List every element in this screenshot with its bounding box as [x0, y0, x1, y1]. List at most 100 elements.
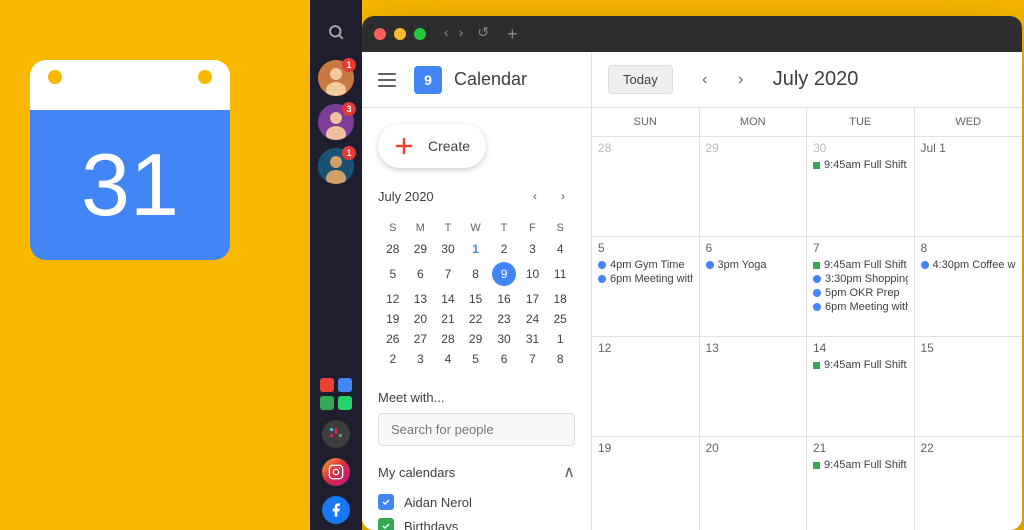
- cal-cell-7[interactable]: 7 9:45am Full Shift Tear 3:30pm Shopping…: [807, 237, 915, 337]
- mini-day[interactable]: 6: [408, 260, 434, 288]
- event-shift-30[interactable]: 9:45am Full Shift Tear: [813, 159, 908, 171]
- mini-day[interactable]: 31: [520, 330, 546, 348]
- cal-cell-20[interactable]: 20: [700, 437, 808, 530]
- mini-day[interactable]: 20: [408, 310, 434, 328]
- dock-avatar-1[interactable]: 1: [318, 60, 354, 96]
- cal-cell-12[interactable]: 12: [592, 337, 700, 437]
- mini-day[interactable]: 15: [463, 290, 489, 308]
- mini-day[interactable]: 1: [547, 330, 573, 348]
- new-tab-button[interactable]: +: [507, 24, 518, 45]
- calendar-item-aidan[interactable]: Aidan Nerol: [378, 490, 575, 514]
- dock-search-icon[interactable]: [320, 16, 352, 48]
- mini-day[interactable]: 26: [380, 330, 406, 348]
- people-search-input[interactable]: [378, 413, 575, 446]
- dock-app-whatsapp[interactable]: [338, 396, 352, 410]
- event-meeting-5[interactable]: 6pm Meeting with Jo...: [598, 273, 693, 285]
- event-okr[interactable]: 5pm OKR Prep: [813, 287, 908, 299]
- mini-day[interactable]: 17: [520, 290, 546, 308]
- mini-day[interactable]: 6: [490, 350, 517, 368]
- dock-avatar-2[interactable]: 3: [318, 104, 354, 140]
- mini-day[interactable]: 19: [380, 310, 406, 328]
- event-gym[interactable]: 4pm Gym Time: [598, 259, 693, 271]
- event-shift-21[interactable]: 9:45am Full Shift Tear: [813, 459, 908, 471]
- maximize-button[interactable]: [414, 28, 426, 40]
- mini-day[interactable]: 4: [547, 240, 573, 258]
- cal-cell-28-prev[interactable]: 28: [592, 137, 700, 237]
- event-meeting-7[interactable]: 6pm Meeting with Ne...: [813, 301, 908, 313]
- dock-app-green[interactable]: [320, 396, 334, 410]
- event-coffee[interactable]: 4:30pm Coffee with J...: [921, 259, 1017, 271]
- mini-day[interactable]: 27: [408, 330, 434, 348]
- cal-cell-8[interactable]: 8 4:30pm Coffee with J...: [915, 237, 1023, 337]
- mini-cal-next[interactable]: ›: [551, 184, 575, 208]
- mini-day[interactable]: 7: [435, 260, 461, 288]
- dock-instagram-icon[interactable]: [322, 458, 350, 486]
- mini-day[interactable]: 16: [490, 290, 517, 308]
- dock-slack-icon[interactable]: [322, 420, 350, 448]
- cal-cell-19[interactable]: 19: [592, 437, 700, 530]
- mini-day[interactable]: 21: [435, 310, 461, 328]
- event-shift-7[interactable]: 9:45am Full Shift Tear: [813, 259, 908, 271]
- refresh-button[interactable]: ↺: [477, 24, 489, 45]
- event-shift-14[interactable]: 9:45am Full Shift Tear: [813, 359, 908, 371]
- mini-day[interactable]: 10: [520, 260, 546, 288]
- close-button[interactable]: [374, 28, 386, 40]
- dock-facebook-icon[interactable]: [322, 496, 350, 524]
- mini-day[interactable]: 8: [547, 350, 573, 368]
- calendar-checkbox-birthdays[interactable]: [378, 518, 394, 530]
- mini-day[interactable]: 3: [520, 240, 546, 258]
- mini-day[interactable]: 9: [490, 260, 517, 288]
- my-cal-toggle-icon[interactable]: ∧: [563, 462, 575, 482]
- mini-day[interactable]: 24: [520, 310, 546, 328]
- mini-day[interactable]: 23: [490, 310, 517, 328]
- mini-day[interactable]: 30: [435, 240, 461, 258]
- next-month-button[interactable]: ›: [725, 64, 757, 96]
- mini-day[interactable]: 2: [380, 350, 406, 368]
- mini-day[interactable]: 25: [547, 310, 573, 328]
- mini-day[interactable]: 5: [380, 260, 406, 288]
- mini-day[interactable]: 7: [520, 350, 546, 368]
- dock-avatar-3[interactable]: 1: [318, 148, 354, 184]
- calendar-item-birthdays[interactable]: Birthdays: [378, 514, 575, 530]
- cal-cell-5[interactable]: 5 4pm Gym Time 6pm Meeting with Jo...: [592, 237, 700, 337]
- create-button[interactable]: Create: [378, 124, 486, 168]
- dock-app-red[interactable]: [320, 378, 334, 392]
- cal-cell-6[interactable]: 6 3pm Yoga: [700, 237, 808, 337]
- mini-day[interactable]: 29: [408, 240, 434, 258]
- event-shopping[interactable]: 3:30pm Shopping: [813, 273, 908, 285]
- cal-cell-13[interactable]: 13: [700, 337, 808, 437]
- mini-day[interactable]: 18: [547, 290, 573, 308]
- hamburger-menu[interactable]: [378, 68, 402, 92]
- cal-cell-jul1[interactable]: Jul 1: [915, 137, 1023, 237]
- mini-day[interactable]: 3: [408, 350, 434, 368]
- cal-cell-21[interactable]: 21 9:45am Full Shift Tear: [807, 437, 915, 530]
- mini-day[interactable]: 12: [380, 290, 406, 308]
- mini-day[interactable]: 22: [463, 310, 489, 328]
- mini-day[interactable]: 11: [547, 260, 573, 288]
- mini-day[interactable]: 28: [380, 240, 406, 258]
- back-button[interactable]: ‹: [444, 24, 449, 45]
- cal-cell-15[interactable]: 15: [915, 337, 1023, 437]
- forward-button[interactable]: ›: [459, 24, 464, 45]
- event-yoga[interactable]: 3pm Yoga: [706, 259, 801, 271]
- mini-day[interactable]: 1: [463, 240, 489, 258]
- mini-day[interactable]: 8: [463, 260, 489, 288]
- mini-day[interactable]: 28: [435, 330, 461, 348]
- calendar-checkbox-aidan[interactable]: [378, 494, 394, 510]
- mini-cal-prev[interactable]: ‹: [523, 184, 547, 208]
- cal-cell-29-prev[interactable]: 29: [700, 137, 808, 237]
- mini-day[interactable]: 4: [435, 350, 461, 368]
- mini-day[interactable]: 13: [408, 290, 434, 308]
- cal-cell-14[interactable]: 14 9:45am Full Shift Tear: [807, 337, 915, 437]
- mini-day[interactable]: 29: [463, 330, 489, 348]
- today-button[interactable]: Today: [608, 65, 673, 94]
- dock-app-blue[interactable]: [338, 378, 352, 392]
- cal-cell-30-prev[interactable]: 30 9:45am Full Shift Tear: [807, 137, 915, 237]
- mini-day[interactable]: 30: [490, 330, 517, 348]
- minimize-button[interactable]: [394, 28, 406, 40]
- cal-cell-22[interactable]: 22: [915, 437, 1023, 530]
- prev-month-button[interactable]: ‹: [689, 64, 721, 96]
- mini-day[interactable]: 2: [490, 240, 517, 258]
- mini-day[interactable]: 14: [435, 290, 461, 308]
- mini-day[interactable]: 5: [463, 350, 489, 368]
